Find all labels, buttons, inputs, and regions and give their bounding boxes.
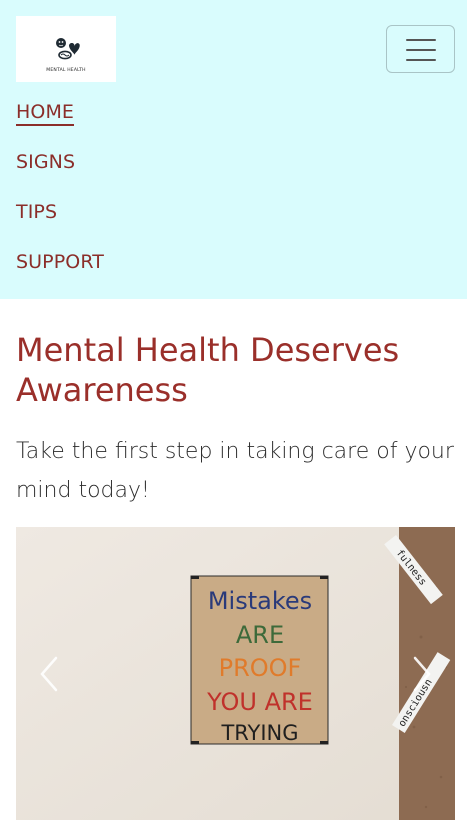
nav-link-signs[interactable]: SIGNS (16, 151, 75, 173)
sign-line-5: TRYING (220, 721, 298, 745)
sign-line-3: PROOF (219, 654, 302, 682)
brand-logo[interactable]: MENTAL HEALTH (16, 16, 116, 82)
sign-line-2: ARE (236, 621, 284, 649)
hero-title: Mental Health Deserves Awareness (16, 331, 400, 409)
navbar-toggle-button[interactable] (386, 25, 455, 73)
sign-line-1: Mistakes (208, 587, 312, 615)
navbar: MENTAL HEALTH HOME SIGNS TIPS SUPPORT (0, 0, 467, 299)
nav-link-support[interactable]: SUPPORT (16, 251, 104, 273)
chevron-left-icon (40, 656, 58, 691)
image-carousel: fulness onsciousn Mistakes ARE PROOF YOU… (16, 527, 455, 820)
chevron-right-icon (413, 656, 431, 691)
carousel-next-button[interactable] (389, 527, 455, 820)
hero-subtitle: Take the first step in taking care of yo… (16, 439, 454, 503)
sign-line-4: YOU ARE (206, 688, 313, 716)
logo-text: MENTAL HEALTH (46, 68, 86, 73)
carousel-prev-button[interactable] (16, 527, 82, 820)
nav-link-home[interactable]: HOME (16, 101, 75, 126)
nav-link-tips[interactable]: TIPS (16, 201, 57, 223)
head-heart-icon (56, 38, 80, 60)
